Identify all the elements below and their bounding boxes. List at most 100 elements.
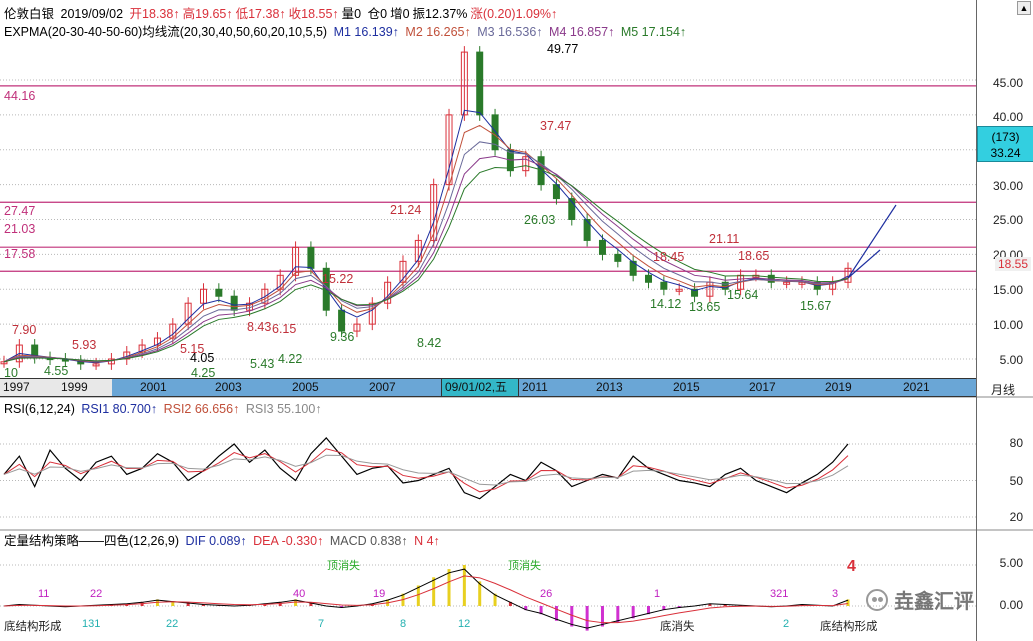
kline-header: 伦敦白银 2019/09/02 开18.38↑ 高19.65↑ 低17.38↑ 收18… (4, 6, 560, 22)
year-2003: 2003 (215, 380, 242, 394)
macd-label: 定量结构策略——四色(12,26,9) (4, 534, 180, 548)
count-22: 22 (90, 588, 103, 600)
hline-label-21: 21.03 (4, 222, 36, 236)
annot-26: 26.03 (524, 213, 556, 227)
bcount-8: 8 (400, 618, 407, 630)
y-30: 30.00 (992, 179, 1023, 193)
y-40: 40.00 (992, 110, 1023, 124)
rsi1-value: RSI1 80.700↑ (81, 402, 158, 416)
count-3: 3 (832, 588, 839, 600)
macd-5: 5.00 (999, 556, 1023, 570)
rsi-label: RSI(6,12,24) (4, 402, 75, 416)
expma-m3: M3 16.536↑ (477, 25, 543, 39)
candle-body (230, 295, 238, 311)
price-cursor-badge: (173) 33.24 (977, 126, 1033, 162)
candle-body (476, 51, 484, 116)
annot-15-22: 15.22 (322, 272, 354, 286)
annot-9-36: 9.36 (330, 330, 355, 344)
cursor-date[interactable]: 09/01/02,五 (441, 379, 519, 396)
bottom-vanish: 底消失 (660, 621, 695, 633)
candle-body (660, 281, 668, 290)
year-2015: 2015 (673, 380, 700, 394)
dea-line (3, 575, 849, 624)
time-axis-bar[interactable]: 1997 1999 2001 2003 2005 2007 09/01/02,五… (0, 378, 976, 397)
annot-high-49: 49.77 (547, 42, 579, 56)
hline-label-44: 44.16 (4, 89, 36, 103)
annot-21-11: 21.11 (709, 232, 740, 246)
year-2005: 2005 (292, 380, 319, 394)
period-label: 月线 (991, 383, 1016, 397)
macd-value: MACD 0.838↑ (329, 534, 408, 548)
increase-value: 增0 (390, 7, 410, 21)
amplitude-value: 振12.37% (412, 7, 468, 21)
stock-chart-window: 伦敦白银 2019/09/02 开18.38↑ 高19.65↑ 低17.38↑ 收18… (0, 0, 1033, 641)
wechat-icon (866, 588, 888, 611)
count-11: 11 (38, 588, 50, 600)
annot-5-93: 5.93 (72, 338, 97, 352)
expma-line (3, 155, 849, 363)
macd-0: 0.00 (999, 598, 1023, 612)
rsi-80: 80 (1009, 436, 1023, 450)
expma-m4: M4 16.857↑ (549, 25, 615, 39)
dif-line (3, 568, 849, 629)
current-price: 18.55 (995, 257, 1032, 271)
count-26: 26 (540, 588, 553, 600)
expma-label: EXPMA(20-30-40-50-60)均线流(20,30,40,50,60,… (4, 25, 328, 39)
count-40: 40 (293, 588, 306, 600)
rsi2-value: RSI2 66.656↑ (163, 402, 240, 416)
bcount-131: 131 (82, 618, 101, 630)
bcount-7: 7 (318, 618, 325, 630)
annot-15-64: 15.64 (727, 288, 759, 302)
n-value: N 4↑ (414, 534, 440, 548)
expma-m2: M2 16.265↑ (405, 25, 471, 39)
year-2011: 2011 (522, 380, 548, 394)
candle-body (307, 246, 315, 269)
year-2019: 2019 (825, 380, 852, 394)
candle-body (645, 274, 653, 283)
year-2017: 2017 (749, 380, 776, 394)
top-vanish-2: 顶消失 (508, 560, 541, 572)
bcount-2: 2 (783, 618, 790, 630)
bar-date: 2019/09/02 (60, 7, 124, 21)
annot-4-22: 4.22 (278, 352, 303, 366)
annot-37: 37.47 (540, 119, 572, 133)
year-2021: 2021 (903, 380, 930, 394)
annot-15-67: 15.67 (800, 299, 832, 313)
annot-4-55: 4.55 (44, 364, 69, 378)
badge-count: (173) (991, 130, 1020, 144)
annot-13-65: 13.65 (689, 300, 721, 314)
watermark-text: 垚鑫汇评 (894, 591, 974, 613)
annot-14-12: 14.12 (650, 297, 682, 311)
hline-label-27: 27.47 (4, 204, 36, 218)
top-vanish-1: 顶消失 (327, 560, 360, 572)
annot-4-05: 4.05 (190, 351, 215, 365)
candle-body (598, 239, 606, 255)
year-1997: 1997 (0, 379, 58, 396)
count-19: 19 (373, 588, 386, 600)
expma-m1: M1 16.139↑ (333, 25, 399, 39)
candle-body (338, 309, 346, 332)
rsi-50: 50 (1009, 474, 1023, 488)
high-value: 高19.65↑ (182, 7, 233, 21)
year-2013: 2013 (596, 380, 623, 394)
expma-line (3, 141, 849, 363)
macd-header: 定量结构策略——四色(12,26,9) DIF 0.089↑ DEA -0.33… (4, 533, 443, 549)
chevron-up-icon[interactable]: ▲ (1017, 1, 1031, 15)
annot-8-43: 8.43 (247, 320, 272, 334)
count-1: 1 (654, 588, 661, 600)
dif-value: DIF 0.089↑ (185, 534, 247, 548)
count-321: 321 (770, 588, 789, 600)
bottom-form-right: 底结构形成 (820, 621, 878, 633)
annot-7-90: 7.90 (12, 323, 37, 337)
badge-value: 33.24 (990, 146, 1021, 160)
rsi-header: RSI(6,12,24) RSI1 80.700↑ RSI2 66.656↑ R… (4, 401, 325, 417)
candle-body (614, 253, 622, 262)
price-axis: 45.00 40.00 30.00 25.00 20.00 15.00 10.0… (976, 0, 1033, 641)
annot-8-42: 8.42 (417, 336, 442, 350)
year-1999: 1999 (58, 379, 112, 396)
open-value: 开18.38↑ (129, 7, 180, 21)
symbol-name: 伦敦白银 (4, 7, 55, 21)
y-5: 5.00 (999, 353, 1023, 367)
annot-18-65: 18.65 (738, 249, 770, 263)
volume-value: 量0 (341, 7, 362, 21)
